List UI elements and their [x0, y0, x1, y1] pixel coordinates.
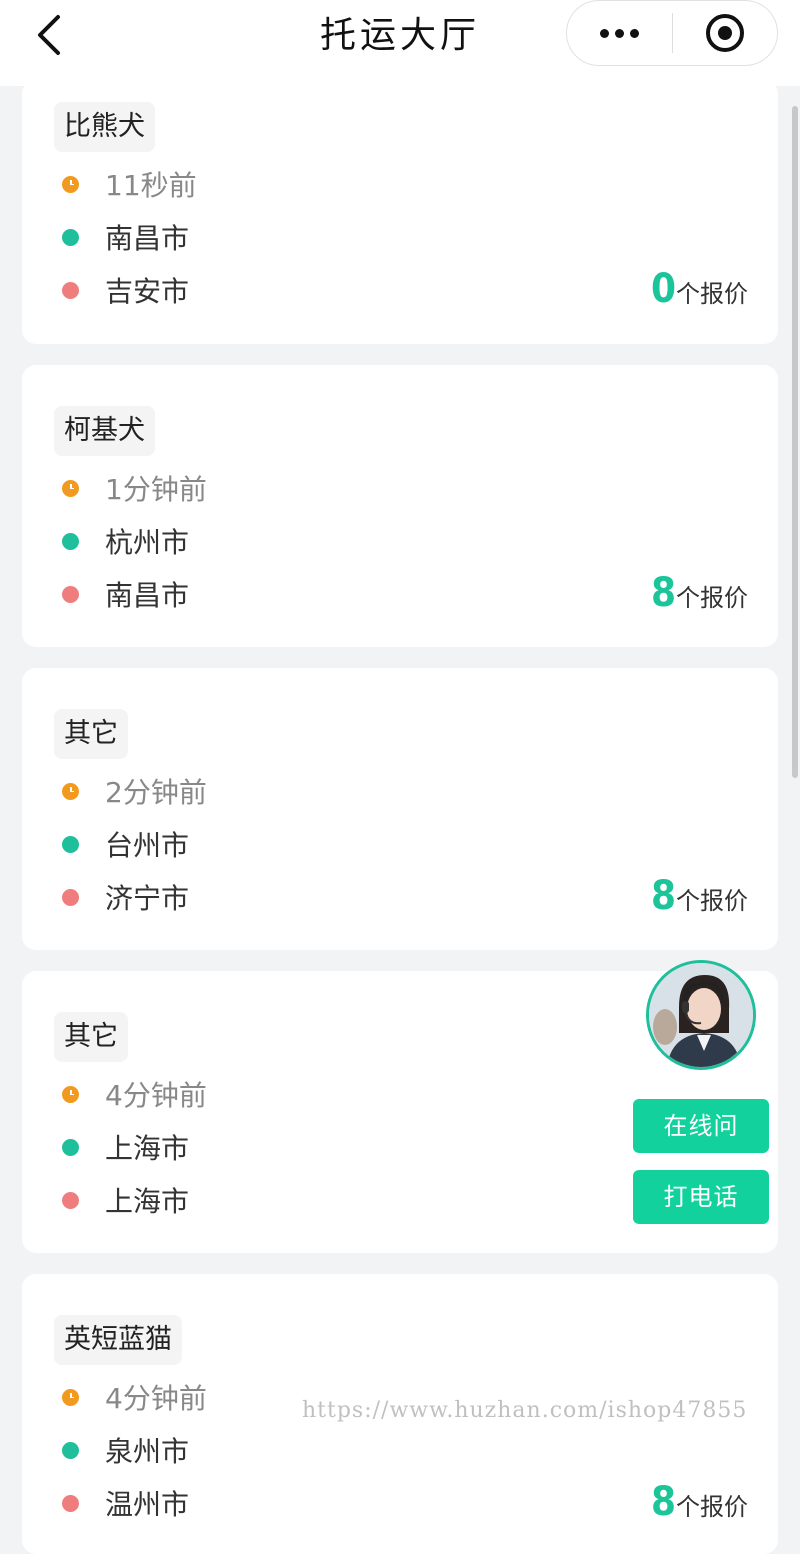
customer-service-avatar[interactable]	[646, 960, 756, 1070]
watermark-text: https://www.huzhan.com/ishop47855	[302, 1398, 748, 1423]
origin-city: 杭州市	[105, 526, 190, 559]
destination-city: 温州市	[105, 1488, 190, 1521]
destination-city: 南昌市	[105, 579, 190, 612]
scrollbar[interactable]	[792, 106, 798, 778]
origin-city: 南昌市	[105, 222, 190, 255]
origin-row: 杭州市	[62, 521, 189, 561]
origin-row: 南昌市	[62, 217, 189, 257]
destination-dot-icon	[62, 281, 79, 299]
destination-row: 济宁市	[62, 877, 189, 917]
origin-dot-icon	[62, 228, 79, 246]
time-row: 2分钟前	[62, 771, 207, 811]
category-tag: 英短蓝猫	[54, 1315, 182, 1365]
destination-row: 温州市	[62, 1483, 189, 1523]
agent-portrait-icon	[649, 963, 753, 1067]
online-consult-button[interactable]: 在线问	[633, 1099, 769, 1153]
posted-time: 2分钟前	[105, 776, 207, 809]
category-tag: 其它	[54, 709, 128, 759]
origin-dot-icon	[62, 835, 79, 853]
call-phone-button[interactable]: 打电话	[633, 1170, 769, 1224]
clock-icon	[62, 175, 79, 193]
posted-time: 1分钟前	[105, 473, 207, 506]
origin-dot-icon	[62, 1441, 79, 1459]
clock-icon	[62, 1388, 79, 1406]
mini-program-capsule	[566, 0, 778, 66]
quote-number: 8	[650, 570, 676, 616]
navigation-bar: 托运大厅	[0, 0, 800, 86]
time-row: 11秒前	[62, 164, 197, 204]
more-menu-button[interactable]	[567, 1, 672, 65]
quote-count: 0 个报价	[651, 266, 748, 312]
time-row: 4分钟前	[62, 1074, 207, 1114]
clock-icon	[62, 1085, 79, 1103]
destination-dot-icon	[62, 888, 79, 906]
origin-row: 泉州市	[62, 1430, 189, 1470]
destination-city: 济宁市	[105, 882, 190, 915]
quote-number: 0	[650, 266, 676, 312]
destination-row: 上海市	[62, 1180, 189, 1220]
quote-number: 8	[650, 873, 676, 919]
time-row: 1分钟前	[62, 468, 207, 508]
category-tag: 比熊犬	[54, 102, 155, 152]
order-card[interactable]: 其它 2分钟前 台州市 济宁市 8 个报价	[22, 668, 778, 950]
quote-count: 8 个报价	[651, 873, 748, 919]
destination-dot-icon	[62, 585, 79, 603]
origin-dot-icon	[62, 1138, 79, 1156]
clock-icon	[62, 479, 79, 497]
quote-label: 个报价	[676, 887, 748, 915]
close-program-button[interactable]	[673, 1, 777, 65]
origin-row: 上海市	[62, 1127, 189, 1167]
quote-count: 8 个报价	[651, 1479, 748, 1525]
quote-label: 个报价	[676, 280, 748, 308]
posted-time: 11秒前	[105, 169, 197, 202]
category-tag: 其它	[54, 1012, 128, 1062]
origin-dot-icon	[62, 532, 79, 550]
order-card[interactable]: 柯基犬 1分钟前 杭州市 南昌市 8 个报价	[22, 365, 778, 647]
quote-label: 个报价	[676, 1493, 748, 1521]
posted-time: 4分钟前	[105, 1079, 207, 1112]
quote-label: 个报价	[676, 584, 748, 612]
more-dots-icon	[600, 28, 609, 38]
destination-row: 吉安市	[62, 270, 189, 310]
order-card[interactable]: 比熊犬 11秒前 南昌市 吉安市 0 个报价	[22, 80, 778, 344]
clock-icon	[62, 782, 79, 800]
origin-city: 泉州市	[105, 1435, 190, 1468]
origin-row: 台州市	[62, 824, 189, 864]
time-row: 4分钟前	[62, 1377, 207, 1417]
quote-count: 8 个报价	[651, 570, 748, 616]
destination-city: 吉安市	[105, 275, 190, 308]
destination-row: 南昌市	[62, 574, 189, 614]
target-icon	[706, 14, 744, 52]
destination-city: 上海市	[105, 1185, 190, 1218]
destination-dot-icon	[62, 1494, 79, 1512]
quote-number: 8	[650, 1479, 676, 1525]
origin-city: 上海市	[105, 1132, 190, 1165]
destination-dot-icon	[62, 1191, 79, 1209]
category-tag: 柯基犬	[54, 406, 155, 456]
origin-city: 台州市	[105, 829, 190, 862]
posted-time: 4分钟前	[105, 1382, 207, 1415]
